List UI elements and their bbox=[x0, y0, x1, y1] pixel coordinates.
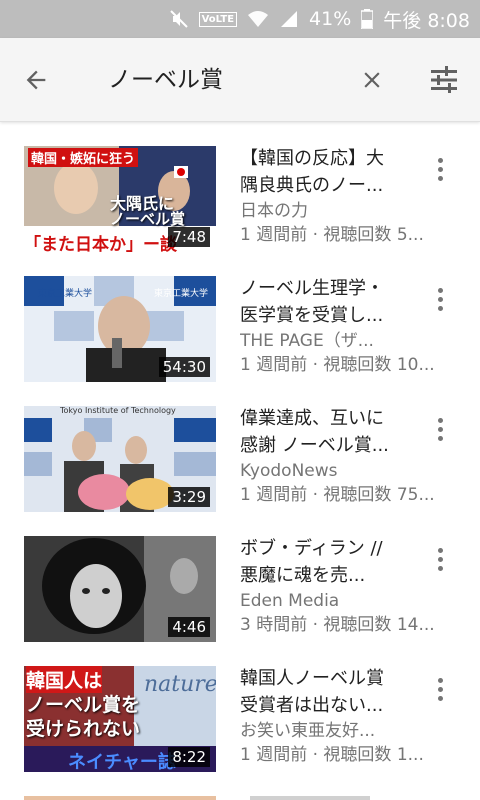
video-duration: 7:48 bbox=[168, 227, 210, 247]
wifi-icon bbox=[247, 10, 269, 28]
more-options-button[interactable] bbox=[428, 409, 452, 449]
video-duration: 8:22 bbox=[168, 747, 210, 767]
video-title[interactable]: ボブ・ディラン // 悪魔に魂を売... bbox=[240, 535, 415, 589]
battery-icon bbox=[361, 9, 374, 29]
video-result[interactable]: 東京工業大学 東京工業大学 54:30 ノーベル生理学・ 医学賞を受賞し... … bbox=[0, 253, 480, 383]
thumbnail-caption: ノーベル賞 bbox=[110, 210, 186, 228]
video-thumbnail[interactable]: 東京工業大学 東京工業大学 54:30 bbox=[24, 276, 216, 382]
video-meta: 3 時間前 · 視聴回数 14... bbox=[240, 615, 435, 635]
video-result[interactable]: 4:46 ボブ・ディラン // 悪魔に魂を売... Eden Media 3 時… bbox=[0, 513, 480, 643]
thumbnail-caption: 韓国人は bbox=[26, 666, 103, 693]
video-thumbnail[interactable]: Tokyo Institute of Technology 3:29 bbox=[24, 406, 216, 512]
video-title[interactable]: 韓国人ノーベル賞 受賞者は出ない... bbox=[240, 665, 415, 719]
more-vert-icon bbox=[437, 157, 443, 163]
video-thumbnail[interactable]: nature 韓国人は ノーベル賞を 受けられない ネイチャー誌 8:22 bbox=[24, 666, 216, 772]
more-vert-icon bbox=[437, 547, 443, 553]
thumbnail-caption: 受けられない bbox=[26, 718, 141, 740]
back-button[interactable] bbox=[18, 62, 54, 98]
video-duration: 4:46 bbox=[168, 617, 210, 637]
clear-search-button[interactable] bbox=[354, 62, 390, 98]
video-title bbox=[250, 796, 370, 800]
video-meta: 1 週間前 · 視聴回数 10... bbox=[240, 355, 435, 375]
search-query[interactable]: ノーベル賞 bbox=[108, 62, 223, 98]
clock: 午後 8:08 bbox=[383, 9, 470, 32]
more-vert-icon bbox=[437, 287, 443, 293]
status-bar: VoLTE 41% 午後 8:08 bbox=[0, 0, 480, 38]
video-result[interactable]: Tokyo Institute of Technology 3:29 偉業達成、… bbox=[0, 383, 480, 513]
channel-name: Eden Media bbox=[240, 591, 340, 611]
more-vert-icon bbox=[437, 417, 443, 423]
video-duration: 3:29 bbox=[168, 487, 210, 507]
video-title[interactable]: 【韓国の反応】大 隅良典氏のノー... bbox=[240, 145, 415, 199]
channel-name: THE PAGE（ザ... bbox=[240, 331, 374, 351]
video-meta: 1 週間前 · 視聴回数 75... bbox=[240, 485, 435, 505]
video-meta: 1 週間前 · 視聴回数 1... bbox=[240, 745, 424, 765]
thumbnail-caption: 東京工業大学 bbox=[154, 289, 209, 299]
video-result[interactable]: nature 韓国人は ノーベル賞を 受けられない ネイチャー誌 8:22 韓国… bbox=[0, 643, 480, 773]
volte-icon: VoLTE bbox=[198, 11, 238, 27]
thumbnail-caption: nature bbox=[144, 672, 216, 697]
video-thumbnail[interactable]: 4:46 bbox=[24, 536, 216, 642]
channel-name: 日本の力 bbox=[240, 201, 308, 221]
close-icon bbox=[364, 72, 380, 88]
more-options-button[interactable] bbox=[428, 279, 452, 319]
channel-name: KyodoNews bbox=[240, 461, 338, 481]
tune-icon bbox=[431, 66, 457, 93]
filter-button[interactable] bbox=[424, 62, 464, 98]
thumbnail-caption: Tokyo Institute of Technology bbox=[60, 406, 176, 415]
thumbnail-caption: 「また日本か」ー談 bbox=[24, 235, 177, 252]
video-title[interactable]: 偉業達成、互いに 感謝 ノーベル賞... bbox=[240, 405, 415, 459]
signal-icon bbox=[279, 9, 299, 29]
more-vert-icon bbox=[437, 677, 443, 683]
thumbnail-caption: 東京工業大学 bbox=[38, 289, 93, 299]
video-duration: 54:30 bbox=[158, 357, 210, 377]
video-thumbnail[interactable] bbox=[24, 796, 216, 800]
battery-percent: 41% bbox=[309, 8, 352, 30]
channel-name: お笑い東亜友好... bbox=[240, 721, 376, 741]
thumbnail-caption: ノーベル賞を bbox=[26, 694, 141, 716]
partial-video-result[interactable] bbox=[0, 796, 480, 800]
video-thumbnail[interactable]: 韓国・嫉妬に狂う 大隅氏に ノーベル賞 「また日本か」ー談 7:48 bbox=[24, 146, 216, 252]
video-result[interactable]: 韓国・嫉妬に狂う 大隅氏に ノーベル賞 「また日本か」ー談 7:48 【韓国の反… bbox=[0, 123, 480, 253]
more-options-button[interactable] bbox=[428, 539, 452, 579]
search-app-bar: ノーベル賞 bbox=[0, 38, 480, 122]
arrow-back-icon bbox=[26, 70, 46, 90]
search-results-list: 韓国・嫉妬に狂う 大隅氏に ノーベル賞 「また日本か」ー談 7:48 【韓国の反… bbox=[0, 123, 480, 773]
more-options-button[interactable] bbox=[428, 669, 452, 709]
mute-icon bbox=[169, 9, 189, 29]
thumbnail-caption: ネイチャー誌 bbox=[68, 752, 176, 772]
video-title[interactable]: ノーベル生理学・ 医学賞を受賞し... bbox=[240, 275, 415, 329]
video-meta: 1 週間前 · 視聴回数 5... bbox=[240, 225, 424, 245]
more-options-button[interactable] bbox=[428, 149, 452, 189]
thumbnail-caption: 韓国・嫉妬に狂う bbox=[28, 148, 139, 167]
